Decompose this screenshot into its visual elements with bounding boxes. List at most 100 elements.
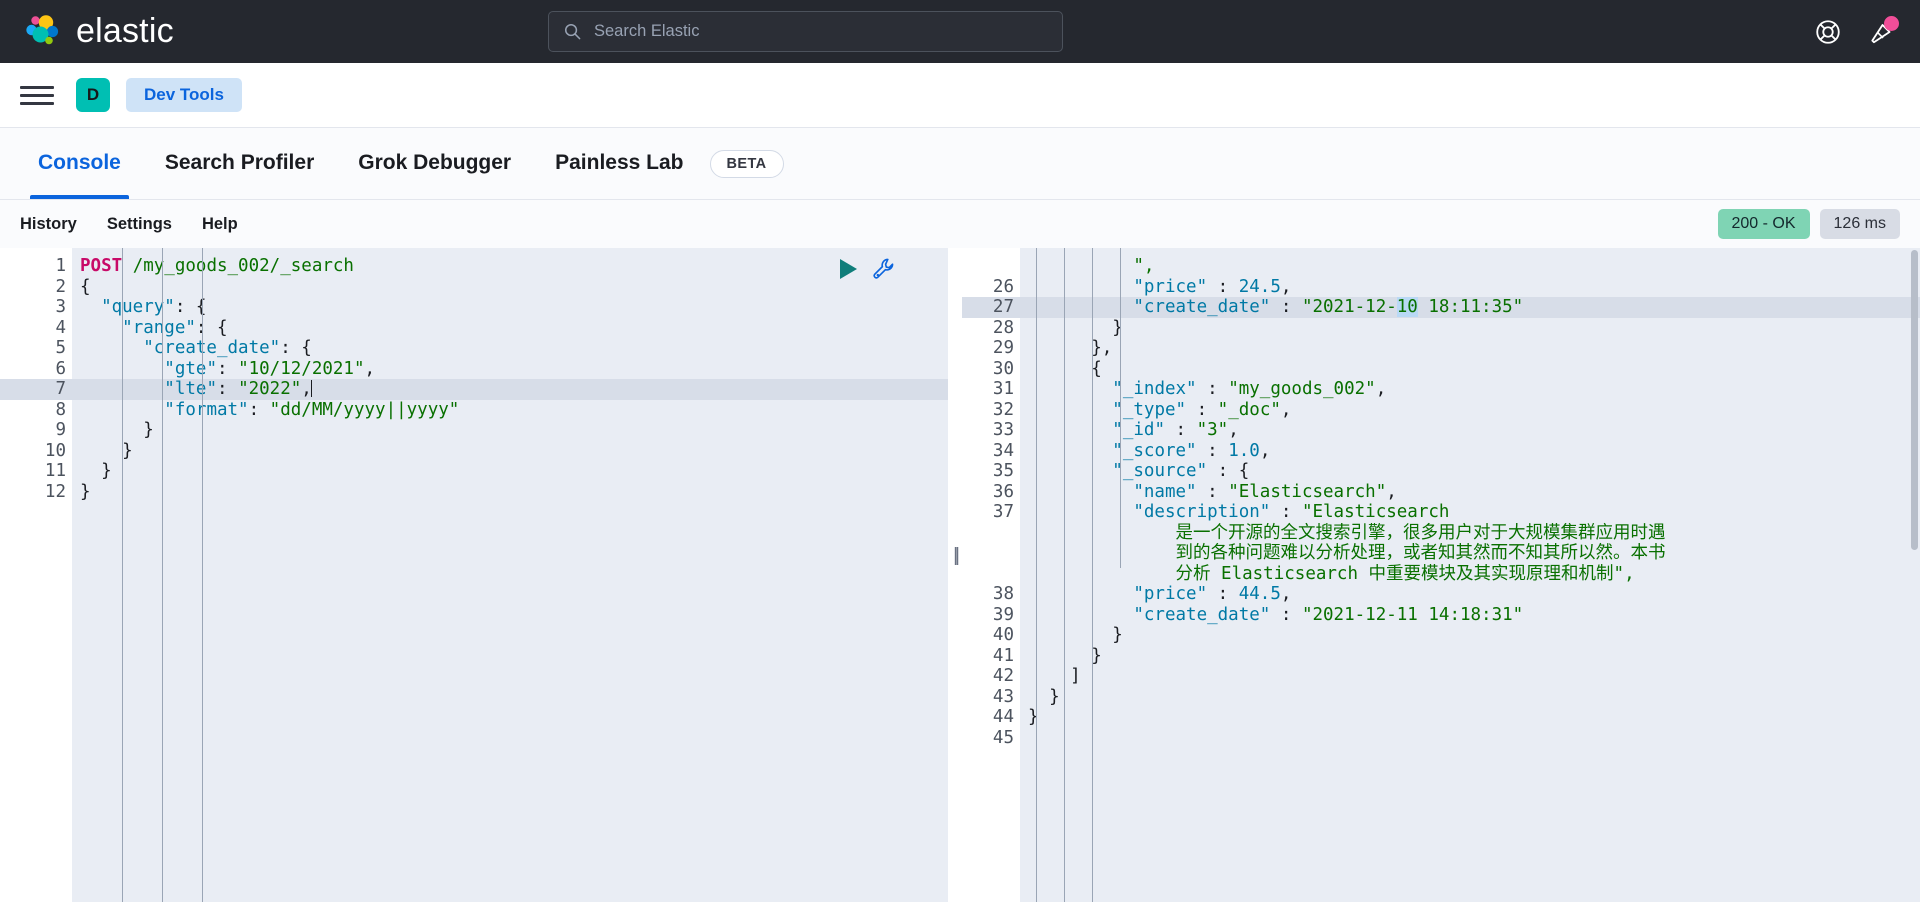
code-line[interactable]: "price" : 24.5, <box>1020 277 1920 298</box>
line-number: 1 <box>55 256 66 276</box>
code-token: "create_date" <box>143 338 281 358</box>
code-line[interactable]: "_id" : "3", <box>1020 420 1920 441</box>
code-line[interactable]: } <box>1020 646 1920 667</box>
code-line[interactable]: "create_date" : "2021-12-10 18:11:35" <box>1020 297 1920 318</box>
tab-search-profiler[interactable]: Search Profiler <box>143 129 336 199</box>
settings-button[interactable]: Settings <box>107 215 172 234</box>
code-token: : <box>1270 297 1302 317</box>
code-line[interactable]: POST /my_goods_002/_search <box>72 256 948 277</box>
code-token: "_id" <box>1112 420 1165 440</box>
code-line[interactable]: "format": "dd/MM/yyyy||yyyy" <box>72 400 948 421</box>
code-token: POST <box>80 256 123 276</box>
request-code[interactable]: POST /my_goods_002/_search{ "query": { "… <box>72 248 948 902</box>
code-token: : <box>1196 379 1229 399</box>
tab-grok-debugger[interactable]: Grok Debugger <box>336 129 533 199</box>
code-line[interactable]: } <box>1020 687 1920 708</box>
tab-console[interactable]: Console <box>16 129 143 199</box>
code-line[interactable]: "range": { <box>72 318 948 339</box>
global-search-input[interactable]: Search Elastic <box>548 11 1063 52</box>
code-token: , <box>1259 440 1271 461</box>
announcement-cone-icon[interactable] <box>1868 15 1899 46</box>
code-line[interactable]: "_score" : 1.0, <box>1020 441 1920 462</box>
history-button[interactable]: History <box>20 215 77 234</box>
code-token: : <box>1270 604 1302 625</box>
play-run-icon[interactable] <box>840 259 857 279</box>
code-line[interactable]: } <box>72 461 948 482</box>
code-token: "_source" <box>1112 461 1208 481</box>
code-token: "create_date" <box>1133 297 1271 317</box>
response-code-area[interactable]: 262728▴29▴30▾3132333435▾3637383940▴41▴42… <box>948 248 1920 902</box>
code-line[interactable]: "_source" : { <box>1020 461 1920 482</box>
hamburger-menu-icon[interactable] <box>20 78 54 112</box>
code-line[interactable]: "gte": "10/12/2021", <box>72 359 948 380</box>
help-button[interactable]: Help <box>202 215 238 234</box>
code-line[interactable]: } <box>72 420 948 441</box>
line-number: 12▴ <box>0 482 84 503</box>
code-token: 1.0 <box>1228 440 1260 461</box>
code-line[interactable]: } <box>72 482 948 503</box>
code-line[interactable]: 是一个开源的全文搜索引擎，很多用户对于大规模集群应用时遇 <box>1020 523 1920 544</box>
request-code-area[interactable]: 12▾3▾4▾5▾6789▴10▴11▴12▴ POST /my_goods_0… <box>0 248 948 902</box>
response-viewer-pane[interactable]: 262728▴29▴30▾3132333435▾3637383940▴41▴42… <box>948 248 1920 902</box>
code-token: "2022" <box>238 379 302 399</box>
code-line[interactable]: "query": { <box>72 297 948 318</box>
code-line[interactable]: } <box>1020 318 1920 339</box>
code-token: 44.5 <box>1238 584 1281 604</box>
code-token: 10 <box>1396 297 1418 317</box>
response-code[interactable]: ", "price" : 24.5, "create_date" : "2021… <box>1020 248 1920 902</box>
code-line[interactable]: } <box>1020 707 1920 728</box>
line-number: 7 <box>0 379 72 400</box>
code-token: "2021-12-11 14:18:31" <box>1301 604 1524 625</box>
code-token: "_doc" <box>1217 399 1281 420</box>
code-token: "price" <box>1133 584 1208 604</box>
wrench-settings-icon[interactable] <box>871 256 897 282</box>
line-number: 8 <box>55 399 66 420</box>
code-token: : <box>1207 584 1239 604</box>
code-line[interactable]: 分析 Elasticsearch 中重要模块及其实现原理和机制", <box>1020 564 1920 585</box>
code-line[interactable]: "_index" : "my_goods_002", <box>1020 379 1920 400</box>
response-scrollbar[interactable] <box>1911 250 1918 550</box>
code-token: : { <box>174 297 207 317</box>
code-token: 24.5 <box>1238 276 1281 297</box>
request-editor-pane[interactable]: 12▾3▾4▾5▾6789▴10▴11▴12▴ POST /my_goods_0… <box>0 248 948 902</box>
status-badge: 200 - OK <box>1717 209 1810 239</box>
code-line[interactable]: ] <box>1020 666 1920 687</box>
code-line[interactable]: { <box>72 277 948 298</box>
console-split: 12▾3▾4▾5▾6789▴10▴11▴12▴ POST /my_goods_0… <box>0 248 1920 902</box>
code-line[interactable]: "create_date": { <box>72 338 948 359</box>
code-line[interactable]: "lte": "2022", <box>72 379 948 400</box>
code-line[interactable]: } <box>72 441 948 462</box>
lifebuoy-help-icon[interactable] <box>1814 18 1842 46</box>
code-line[interactable]: 到的各种问题难以分析处理，或者知其然而不知其所以然。本书 <box>1020 543 1920 564</box>
app-tabs: Console Search Profiler Grok Debugger Pa… <box>0 128 1920 200</box>
code-line[interactable]: "create_date" : "2021-12-11 14:18:31" <box>1020 605 1920 626</box>
header-actions <box>1814 0 1899 63</box>
code-line[interactable]: ", <box>1020 256 1920 277</box>
breadcrumb[interactable]: Dev Tools <box>126 78 242 112</box>
code-token: } <box>1028 707 1039 727</box>
code-line[interactable]: "_type" : "_doc", <box>1020 400 1920 421</box>
request-gutter: 12▾3▾4▾5▾6789▴10▴11▴12▴ <box>0 248 84 902</box>
code-token: : <box>248 399 270 420</box>
code-line[interactable]: } <box>1020 625 1920 646</box>
code-token: "3" <box>1196 420 1229 440</box>
code-line[interactable]: }, <box>1020 338 1920 359</box>
code-token: : <box>1270 502 1302 522</box>
code-token: : <box>1186 399 1218 420</box>
pane-splitter-handle[interactable]: || <box>948 248 962 902</box>
tab-painless-lab[interactable]: Painless Lab <box>533 129 705 199</box>
space-avatar[interactable]: D <box>76 78 110 112</box>
splitter-grip-icon: || <box>953 544 960 566</box>
code-token: /my_goods_002/_search <box>132 256 354 276</box>
code-line[interactable]: "price" : 44.5, <box>1020 584 1920 605</box>
code-token: "2021-12- <box>1301 297 1397 317</box>
code-line[interactable]: "name" : "Elasticsearch", <box>1020 482 1920 503</box>
code-line[interactable]: { <box>1020 359 1920 380</box>
code-line[interactable] <box>1020 728 1920 749</box>
code-line[interactable]: "description" : "Elasticsearch <box>1020 502 1920 523</box>
